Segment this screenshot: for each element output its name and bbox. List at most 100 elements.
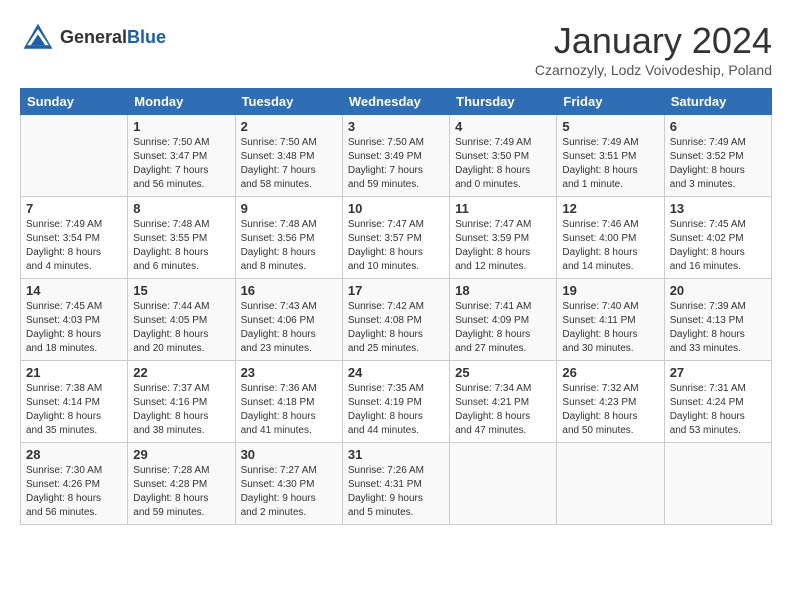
day-number: 16: [241, 283, 337, 298]
header: General Blue January 2024 Czarnozyly, Lo…: [20, 20, 772, 78]
day-number: 26: [562, 365, 658, 380]
header-row: SundayMondayTuesdayWednesdayThursdayFrid…: [21, 89, 772, 115]
day-number: 25: [455, 365, 551, 380]
col-header-friday: Friday: [557, 89, 664, 115]
day-info: Sunrise: 7:49 AMSunset: 3:52 PMDaylight:…: [670, 136, 766, 192]
location-subtitle: Czarnozyly, Lodz Voivodeship, Poland: [535, 62, 772, 78]
day-number: 15: [133, 283, 229, 298]
calendar-cell: 14 Sunrise: 7:45 AMSunset: 4:03 PMDayligh…: [21, 279, 128, 361]
calendar-cell: 8Sunrise: 7:48 AMSunset: 3:55 PMDaylight…: [128, 197, 235, 279]
calendar-cell: 30 Sunrise: 7:27 AMSunset: 4:30 PMDayligh…: [235, 443, 342, 525]
day-info: Sunrise: 7:28 AMSunset: 4:28 PMDaylight:…: [133, 464, 229, 520]
calendar-cell: 7Sunrise: 7:49 AMSunset: 3:54 PMDaylight…: [21, 197, 128, 279]
day-info: Sunrise: 7:32 AMSunset: 4:23 PMDaylight:…: [562, 382, 658, 438]
day-number: 20: [670, 283, 766, 298]
day-info: Sunrise: 7:44 AMSunset: 4:05 PMDaylight:…: [133, 300, 229, 356]
day-info: Sunrise: 7:50 AMSunset: 3:47 PMDaylight:…: [133, 136, 229, 192]
day-number: 21: [26, 365, 122, 380]
day-number: 9: [241, 201, 337, 216]
day-number: 11: [455, 201, 551, 216]
logo-blue: Blue: [127, 28, 166, 48]
day-info: Sunrise: 7:31 AMSunset: 4:24 PMDaylight:…: [670, 382, 766, 438]
day-info: Sunrise: 7:26 AMSunset: 4:31 PMDaylight:…: [348, 464, 444, 520]
calendar-cell: [557, 443, 664, 525]
day-info: Sunrise: 7:30 AMSunset: 4:26 PMDaylight:…: [26, 464, 122, 520]
week-row-1: 1 Sunrise: 7:50 AMSunset: 3:47 PMDaylight…: [21, 115, 772, 197]
col-header-sunday: Sunday: [21, 89, 128, 115]
logo-icon: [20, 20, 56, 56]
calendar-cell: [664, 443, 771, 525]
calendar-cell: 31 Sunrise: 7:26 AMSunset: 4:31 PMDayligh…: [342, 443, 449, 525]
calendar-cell: 29Sunrise: 7:28 AMSunset: 4:28 PMDayligh…: [128, 443, 235, 525]
day-info: Sunrise: 7:50 AMSunset: 3:48 PMDaylight:…: [241, 136, 337, 192]
week-row-4: 21 Sunrise: 7:38 AMSunset: 4:14 PMDayligh…: [21, 361, 772, 443]
day-info: Sunrise: 7:47 AMSunset: 3:59 PMDaylight:…: [455, 218, 551, 274]
day-info: Sunrise: 7:43 AMSunset: 4:06 PMDaylight:…: [241, 300, 337, 356]
day-info: Sunrise: 7:38 AMSunset: 4:14 PMDaylight:…: [26, 382, 122, 438]
logo-general: General: [60, 28, 127, 48]
calendar-cell: [450, 443, 557, 525]
day-number: 1: [133, 119, 229, 134]
day-info: Sunrise: 7:34 AMSunset: 4:21 PMDaylight:…: [455, 382, 551, 438]
day-info: Sunrise: 7:42 AMSunset: 4:08 PMDaylight:…: [348, 300, 444, 356]
calendar-cell: 16 Sunrise: 7:43 AMSunset: 4:06 PMDayligh…: [235, 279, 342, 361]
day-info: Sunrise: 7:50 AMSunset: 3:49 PMDaylight:…: [348, 136, 444, 192]
day-number: 4: [455, 119, 551, 134]
calendar-cell: 11 Sunrise: 7:47 AMSunset: 3:59 PMDayligh…: [450, 197, 557, 279]
col-header-monday: Monday: [128, 89, 235, 115]
day-number: 28: [26, 447, 122, 462]
day-info: Sunrise: 7:36 AMSunset: 4:18 PMDaylight:…: [241, 382, 337, 438]
calendar-cell: 13 Sunrise: 7:45 AMSunset: 4:02 PMDayligh…: [664, 197, 771, 279]
calendar-page: General Blue January 2024 Czarnozyly, Lo…: [0, 0, 792, 545]
day-number: 19: [562, 283, 658, 298]
week-row-2: 7Sunrise: 7:49 AMSunset: 3:54 PMDaylight…: [21, 197, 772, 279]
calendar-cell: 9 Sunrise: 7:48 AMSunset: 3:56 PMDaylight…: [235, 197, 342, 279]
day-number: 3: [348, 119, 444, 134]
day-number: 17: [348, 283, 444, 298]
calendar-cell: 3 Sunrise: 7:50 AMSunset: 3:49 PMDaylight…: [342, 115, 449, 197]
day-number: 2: [241, 119, 337, 134]
col-header-thursday: Thursday: [450, 89, 557, 115]
calendar-cell: 18Sunrise: 7:41 AMSunset: 4:09 PMDayligh…: [450, 279, 557, 361]
day-number: 14: [26, 283, 122, 298]
day-info: Sunrise: 7:35 AMSunset: 4:19 PMDaylight:…: [348, 382, 444, 438]
day-number: 18: [455, 283, 551, 298]
day-number: 30: [241, 447, 337, 462]
day-number: 10: [348, 201, 444, 216]
calendar-cell: [21, 115, 128, 197]
calendar-cell: 17 Sunrise: 7:42 AMSunset: 4:08 PMDayligh…: [342, 279, 449, 361]
day-number: 31: [348, 447, 444, 462]
day-info: Sunrise: 7:45 AMSunset: 4:03 PMDaylight:…: [26, 300, 122, 356]
day-number: 13: [670, 201, 766, 216]
day-info: Sunrise: 7:45 AMSunset: 4:02 PMDaylight:…: [670, 218, 766, 274]
title-block: January 2024 Czarnozyly, Lodz Voivodeshi…: [535, 20, 772, 78]
day-info: Sunrise: 7:48 AMSunset: 3:56 PMDaylight:…: [241, 218, 337, 274]
week-row-3: 14 Sunrise: 7:45 AMSunset: 4:03 PMDayligh…: [21, 279, 772, 361]
calendar-cell: 21 Sunrise: 7:38 AMSunset: 4:14 PMDayligh…: [21, 361, 128, 443]
day-info: Sunrise: 7:37 AMSunset: 4:16 PMDaylight:…: [133, 382, 229, 438]
day-info: Sunrise: 7:46 AMSunset: 4:00 PMDaylight:…: [562, 218, 658, 274]
day-number: 23: [241, 365, 337, 380]
calendar-cell: 23 Sunrise: 7:36 AMSunset: 4:18 PMDayligh…: [235, 361, 342, 443]
col-header-saturday: Saturday: [664, 89, 771, 115]
calendar-cell: 10Sunrise: 7:47 AMSunset: 3:57 PMDayligh…: [342, 197, 449, 279]
calendar-cell: 12Sunrise: 7:46 AMSunset: 4:00 PMDayligh…: [557, 197, 664, 279]
calendar-cell: 22 Sunrise: 7:37 AMSunset: 4:16 PMDayligh…: [128, 361, 235, 443]
logo-text: General Blue: [60, 28, 166, 48]
calendar-cell: 1 Sunrise: 7:50 AMSunset: 3:47 PMDaylight…: [128, 115, 235, 197]
calendar-cell: 5 Sunrise: 7:49 AMSunset: 3:51 PMDaylight…: [557, 115, 664, 197]
week-row-5: 28 Sunrise: 7:30 AMSunset: 4:26 PMDayligh…: [21, 443, 772, 525]
day-number: 24: [348, 365, 444, 380]
calendar-table: SundayMondayTuesdayWednesdayThursdayFrid…: [20, 88, 772, 525]
day-number: 5: [562, 119, 658, 134]
day-number: 8: [133, 201, 229, 216]
calendar-cell: 26 Sunrise: 7:32 AMSunset: 4:23 PMDayligh…: [557, 361, 664, 443]
day-number: 7: [26, 201, 122, 216]
day-number: 22: [133, 365, 229, 380]
day-info: Sunrise: 7:27 AMSunset: 4:30 PMDaylight:…: [241, 464, 337, 520]
day-info: Sunrise: 7:40 AMSunset: 4:11 PMDaylight:…: [562, 300, 658, 356]
day-info: Sunrise: 7:39 AMSunset: 4:13 PMDaylight:…: [670, 300, 766, 356]
day-info: Sunrise: 7:49 AMSunset: 3:51 PMDaylight:…: [562, 136, 658, 192]
day-number: 27: [670, 365, 766, 380]
logo: General Blue: [20, 20, 166, 56]
